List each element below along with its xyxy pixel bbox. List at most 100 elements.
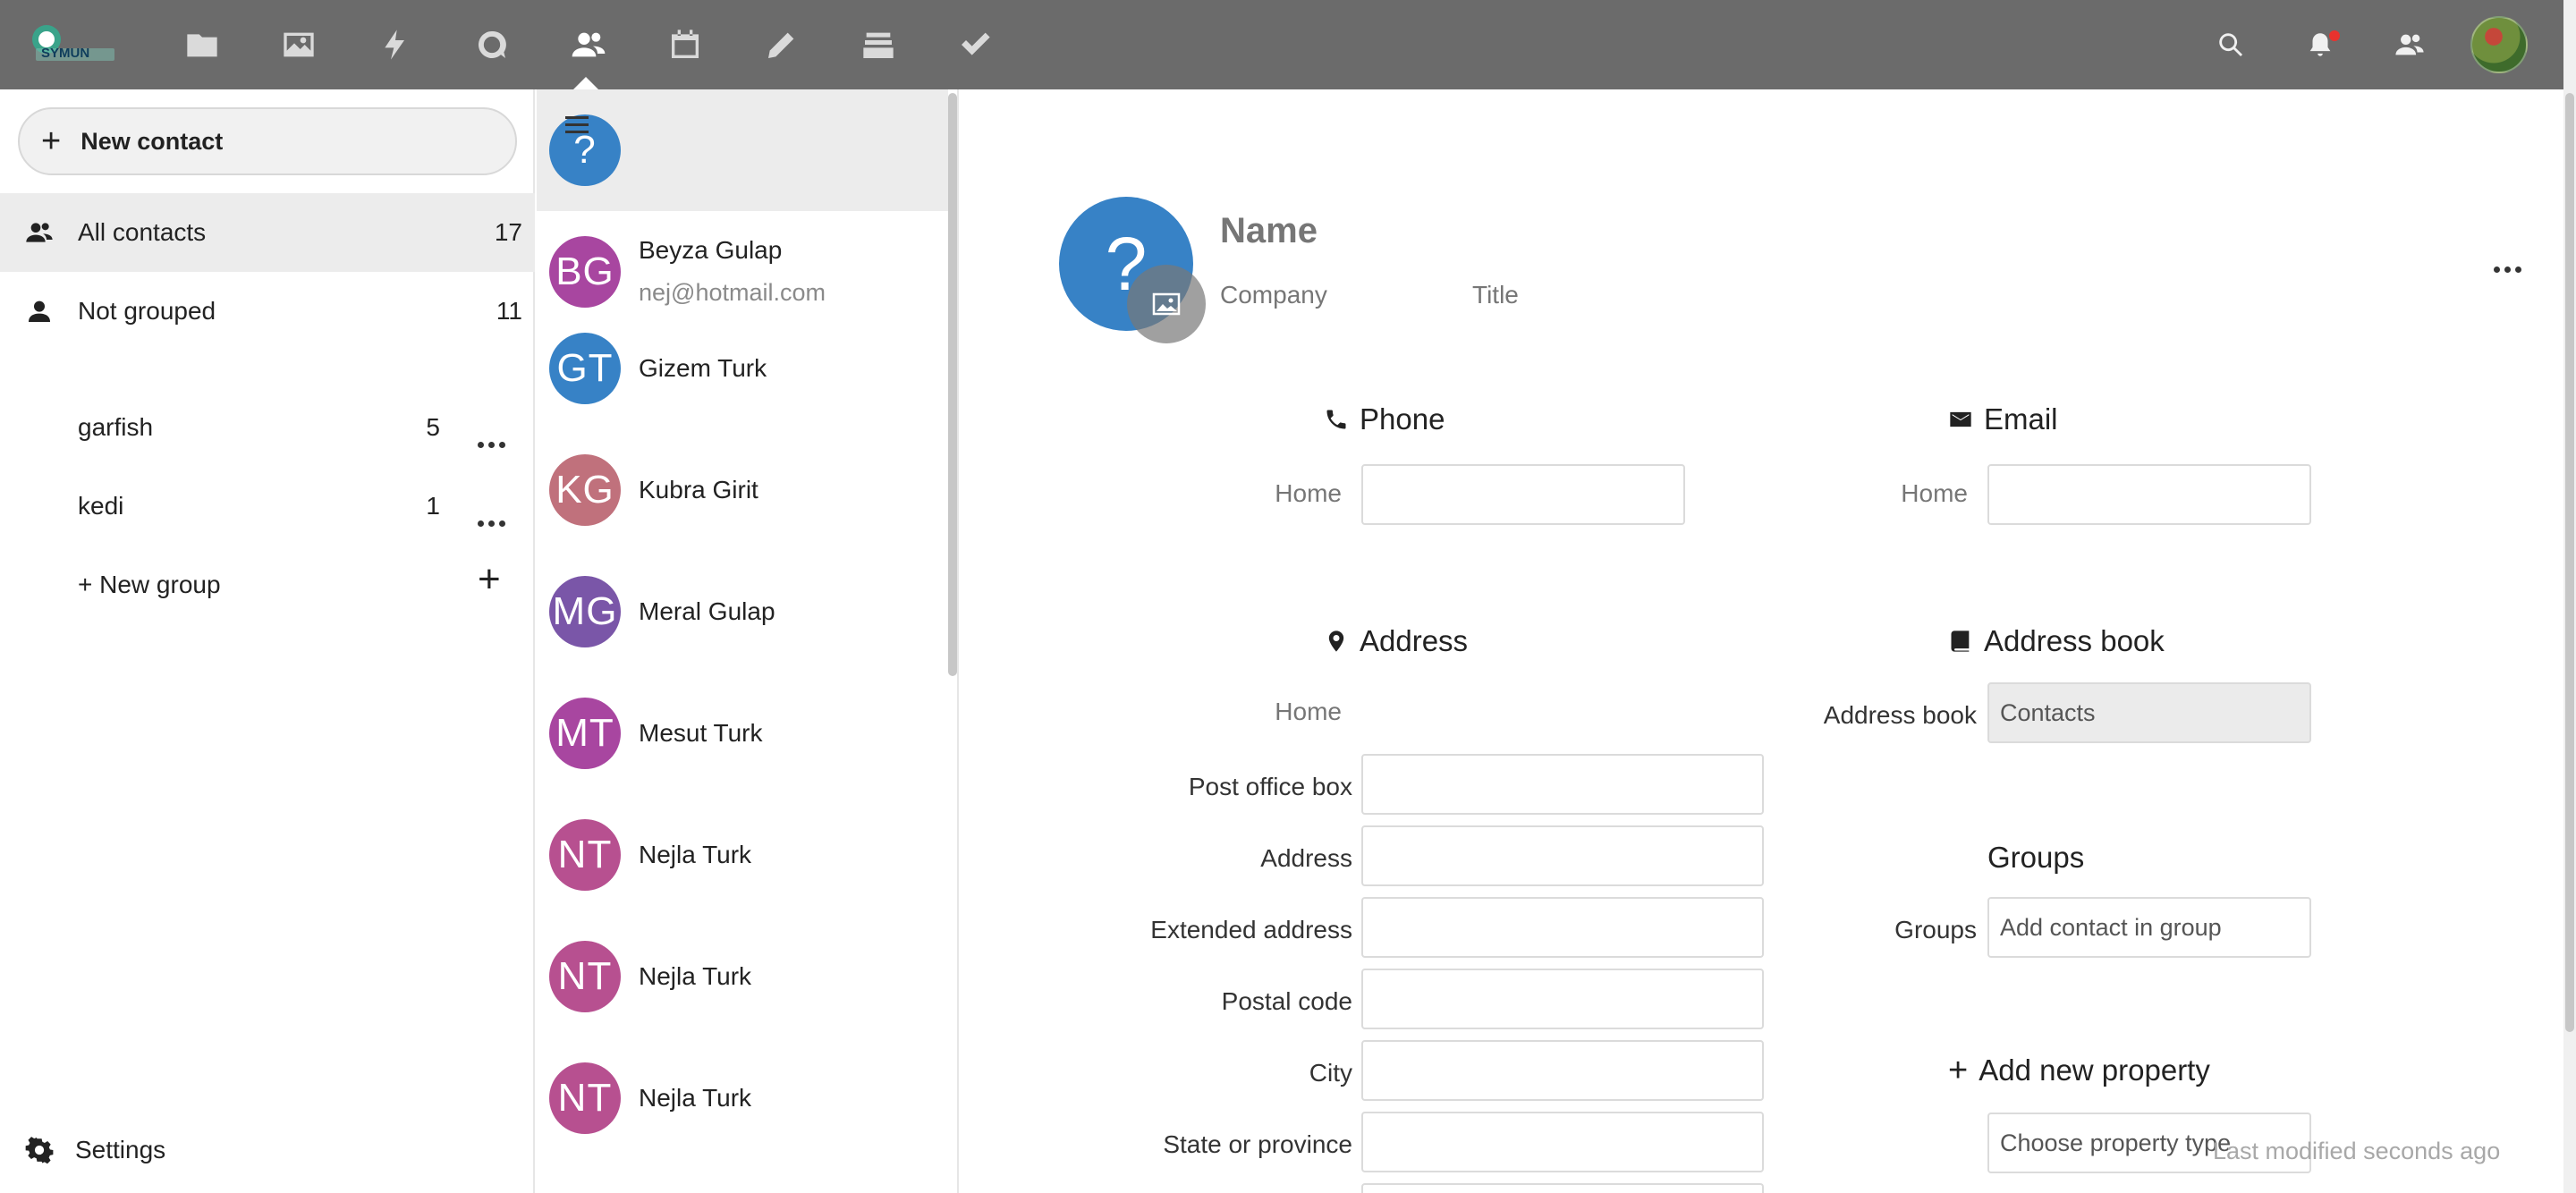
extended-address-input[interactable] bbox=[1361, 897, 1764, 958]
avatar: MG bbox=[549, 576, 621, 647]
email-type-label[interactable]: Home bbox=[1860, 479, 1968, 508]
groups-title: Groups bbox=[1987, 841, 2085, 874]
logo[interactable]: SYMUN bbox=[25, 20, 122, 70]
addressbook-select[interactable]: Contacts bbox=[1987, 682, 2311, 743]
app-navigation: + New contact All contacts 17 Not groupe… bbox=[0, 89, 535, 1193]
deck-icon[interactable] bbox=[855, 21, 902, 68]
list-item[interactable]: NT Nejla Turk bbox=[537, 941, 948, 1062]
list-item[interactable]: NT Nejla Turk bbox=[537, 819, 948, 941]
more-icon[interactable] bbox=[2494, 261, 2526, 273]
state-input[interactable] bbox=[1361, 1112, 1764, 1172]
contact-name: Kubra Girit bbox=[639, 476, 758, 503]
street-address-input[interactable] bbox=[1361, 825, 1764, 886]
list-item[interactable]: NT Nejla Turk bbox=[537, 1062, 948, 1184]
location-icon bbox=[1328, 630, 1344, 652]
search-icon[interactable] bbox=[2209, 23, 2252, 66]
groups-section-title: Groups bbox=[1987, 841, 2084, 875]
city-input[interactable] bbox=[1361, 1040, 1764, 1101]
new-group-button[interactable]: + New group bbox=[78, 571, 221, 599]
calendar-icon[interactable] bbox=[662, 21, 708, 68]
last-modified-text: Last modified seconds ago bbox=[2213, 1138, 2501, 1164]
contact-email: nej@hotmail.com bbox=[639, 279, 826, 306]
city-label: City bbox=[1309, 1059, 1352, 1087]
addressbook-label: Address book bbox=[1823, 701, 1977, 729]
nav-item-label: Not grouped bbox=[78, 297, 216, 325]
list-item[interactable]: MG Meral Gulap bbox=[537, 576, 948, 698]
groups-label: Groups bbox=[1894, 916, 1977, 943]
new-contact-button[interactable]: + New contact bbox=[18, 107, 517, 175]
group-label: garfish bbox=[78, 413, 154, 441]
photos-icon[interactable] bbox=[275, 21, 322, 68]
nav-item-count: 11 bbox=[496, 297, 522, 325]
list-item[interactable]: KG Kubra Girit bbox=[537, 454, 948, 576]
talk-icon[interactable] bbox=[469, 21, 515, 68]
list-item[interactable]: BG Beyza Gulap nej@hotmail.com bbox=[537, 211, 948, 333]
page-scrollbar[interactable] bbox=[2565, 93, 2574, 1032]
addressbook-section-title: Address book bbox=[1948, 624, 2165, 658]
group-count: 1 bbox=[426, 492, 440, 520]
new-contact-label: New contact bbox=[80, 127, 224, 155]
address-section-title: Address bbox=[1324, 624, 1468, 658]
book-icon bbox=[1951, 630, 1970, 652]
phone-type-label[interactable]: Home bbox=[1234, 479, 1342, 508]
settings-button[interactable]: Settings bbox=[25, 1136, 165, 1164]
nav-group-garfish[interactable]: garfish 5 bbox=[0, 388, 535, 467]
list-item[interactable]: ? bbox=[537, 89, 948, 211]
nav-item-not-grouped[interactable]: Not grouped 11 bbox=[0, 272, 535, 351]
logo-text: SYMUN bbox=[41, 46, 90, 61]
phone-icon bbox=[1326, 410, 1346, 429]
add-group-icon[interactable]: + bbox=[478, 560, 501, 599]
contact-name: Nejla Turk bbox=[639, 962, 752, 990]
avatar: NT bbox=[549, 1062, 621, 1134]
avatar: BG bbox=[549, 236, 621, 308]
avatar: KG bbox=[549, 454, 621, 526]
po-box-input[interactable] bbox=[1361, 754, 1764, 815]
more-icon[interactable] bbox=[478, 504, 510, 527]
address-label: Address bbox=[1260, 844, 1352, 872]
avatar: GT bbox=[549, 333, 621, 404]
files-icon[interactable] bbox=[179, 21, 225, 68]
nav-group-kedi[interactable]: kedi 1 bbox=[0, 467, 535, 546]
activity-icon[interactable] bbox=[372, 21, 419, 68]
list-item[interactable]: GT Gizem Turk bbox=[537, 333, 948, 454]
contact-name: Beyza Gulap bbox=[639, 236, 783, 264]
add-property-label: Add new property bbox=[1979, 1053, 2210, 1087]
upload-photo-button[interactable] bbox=[1127, 265, 1206, 343]
email-input[interactable] bbox=[1987, 464, 2311, 525]
gear-icon bbox=[25, 1137, 54, 1164]
contacts-icon[interactable] bbox=[565, 21, 612, 68]
list-item[interactable]: MT Mesut Turk bbox=[537, 698, 948, 819]
contacts-icon bbox=[25, 218, 54, 247]
nav-item-all-contacts[interactable]: All contacts 17 bbox=[0, 193, 535, 272]
extended-address-label: Extended address bbox=[1150, 916, 1352, 943]
phone-input[interactable] bbox=[1361, 464, 1685, 525]
name-input[interactable]: Name bbox=[1220, 211, 1318, 251]
contact-name: Gizem Turk bbox=[639, 354, 767, 382]
notes-icon[interactable] bbox=[758, 21, 805, 68]
phone-title: Phone bbox=[1360, 402, 1445, 436]
plus-icon: + bbox=[41, 123, 62, 160]
contacts-menu-icon[interactable] bbox=[2388, 23, 2431, 66]
avatar: NT bbox=[549, 941, 621, 1012]
company-input[interactable]: Company bbox=[1220, 281, 1327, 309]
plus-icon: + bbox=[1948, 1052, 1969, 1089]
top-header: SYMUN bbox=[0, 0, 2563, 90]
groups-select[interactable]: Add contact in group bbox=[1987, 897, 2311, 958]
po-box-label: Post office box bbox=[1188, 773, 1352, 800]
postal-code-label: Postal code bbox=[1221, 987, 1352, 1015]
contacts-list: ? BG Beyza Gulap nej@hotmail.com GT Gize… bbox=[537, 89, 959, 1193]
more-icon[interactable] bbox=[478, 426, 510, 448]
email-section-title: Email bbox=[1948, 402, 2058, 436]
user-avatar[interactable] bbox=[2470, 16, 2528, 73]
settings-label: Settings bbox=[75, 1136, 166, 1163]
list-scrollbar[interactable] bbox=[948, 93, 957, 676]
state-label: State or province bbox=[1163, 1130, 1352, 1158]
country-input[interactable] bbox=[1361, 1183, 1764, 1193]
postal-code-input[interactable] bbox=[1361, 969, 1764, 1029]
tasks-icon[interactable] bbox=[952, 21, 998, 68]
menu-icon[interactable] bbox=[565, 116, 589, 134]
address-type-label[interactable]: Home bbox=[1234, 698, 1342, 726]
email-title: Email bbox=[1984, 402, 2058, 436]
addressbook-title: Address book bbox=[1984, 624, 2165, 657]
title-input[interactable]: Title bbox=[1472, 281, 1519, 309]
